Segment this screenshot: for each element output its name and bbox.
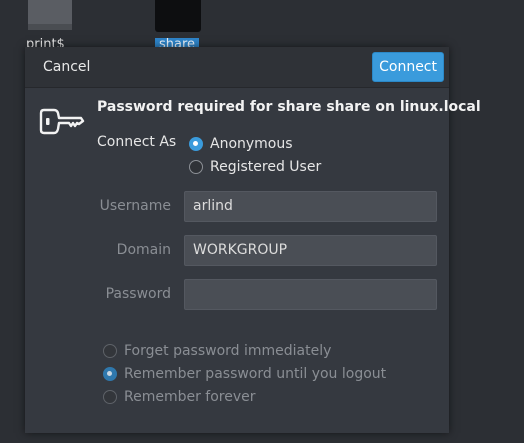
username-label: Username xyxy=(99,198,171,214)
radio-registered-user[interactable]: Registered User xyxy=(189,159,321,175)
radio-button[interactable] xyxy=(189,137,203,151)
domain-label: Domain xyxy=(116,242,171,258)
radio-button[interactable] xyxy=(103,390,117,404)
cancel-button[interactable]: Cancel xyxy=(33,54,100,80)
radio-remember-until-logout[interactable]: Remember password until you logout xyxy=(103,366,386,382)
username-field[interactable]: arlind xyxy=(184,191,437,222)
dialog-headerbar: Cancel Connect xyxy=(25,47,449,88)
radio-button[interactable] xyxy=(103,344,117,358)
radio-remember-until-logout-label: Remember password until you logout xyxy=(124,366,387,382)
radio-remember-forever-label: Remember forever xyxy=(124,389,256,405)
radio-button[interactable] xyxy=(103,367,117,381)
password-dialog: Cancel Connect Password required for sha… xyxy=(25,47,481,433)
radio-anonymous-label: Anonymous xyxy=(210,136,293,152)
radio-forget-immediately[interactable]: Forget password immediately xyxy=(103,343,331,359)
connect-button[interactable]: Connect xyxy=(372,52,444,82)
key-icon xyxy=(39,108,85,135)
radio-registered-user-label: Registered User xyxy=(210,159,322,175)
connect-as-label: Connect As xyxy=(97,134,177,150)
password-label: Password xyxy=(105,286,171,302)
domain-field[interactable]: WORKGROUP xyxy=(184,235,437,266)
password-field[interactable] xyxy=(184,279,437,310)
dialog-title: Password required for share share on lin… xyxy=(97,99,481,115)
share-drive-icon[interactable] xyxy=(155,0,201,32)
desktop: print$ share Cancel Connect Password req… xyxy=(0,0,524,443)
radio-forget-immediately-label: Forget password immediately xyxy=(124,343,332,359)
radio-remember-forever[interactable]: Remember forever xyxy=(103,389,256,405)
radio-anonymous[interactable]: Anonymous xyxy=(189,136,293,152)
folder-icon[interactable] xyxy=(28,0,72,30)
radio-button[interactable] xyxy=(189,160,203,174)
